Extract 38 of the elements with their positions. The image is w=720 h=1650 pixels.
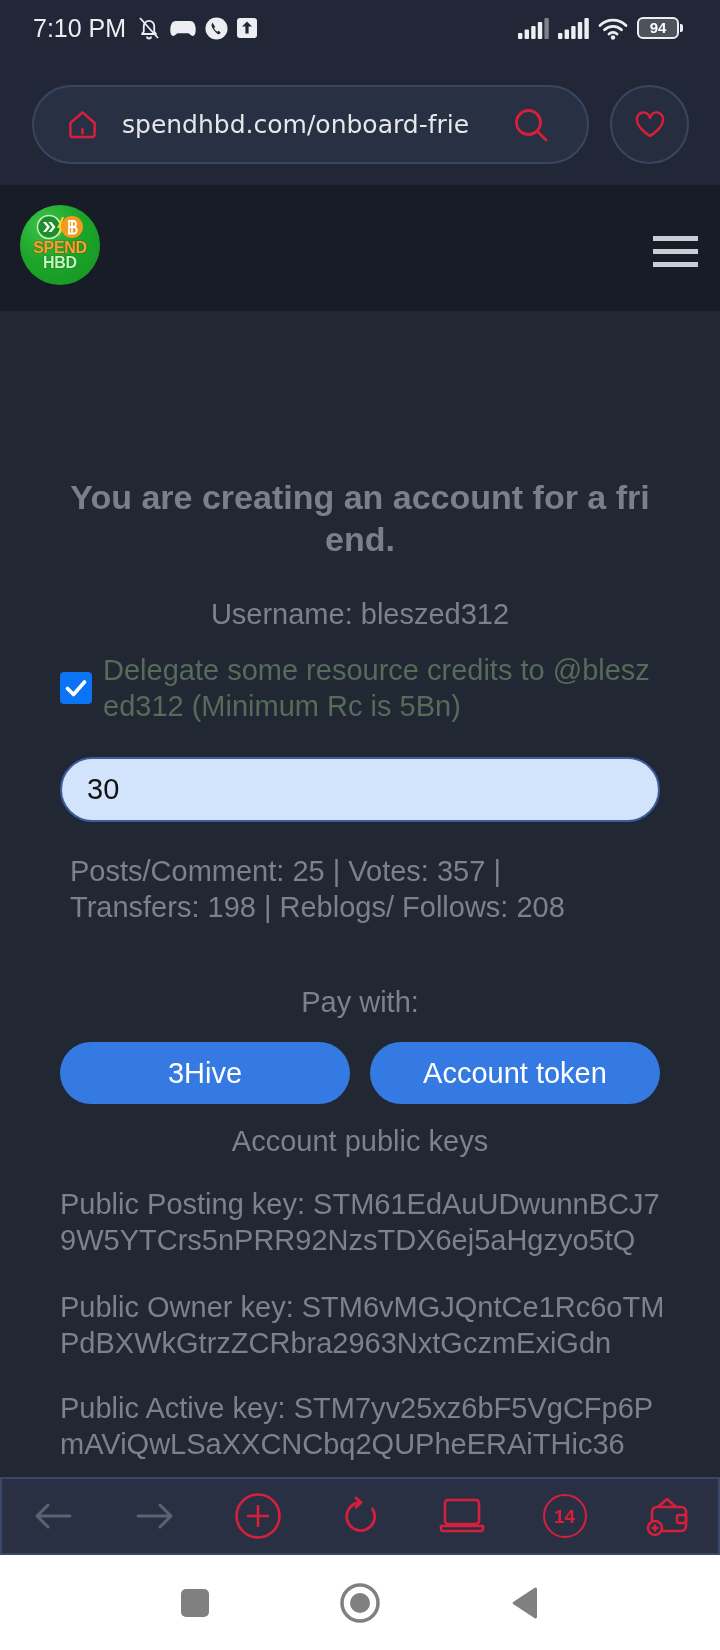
page-title: You are creating an account for a friend. — [69, 477, 651, 560]
menu-icon[interactable] — [653, 235, 698, 267]
logo[interactable]: SPEND HBD — [20, 205, 100, 285]
username-text: Username: bleszed312 — [210, 597, 510, 632]
home-icon[interactable] — [67, 109, 98, 140]
logo-text: HBD — [43, 255, 77, 270]
public-key-text: Public Active key: STM7yv25xz6bF5VgCFp6PmAViQwLSaXXCNCbq2QUPheERAiTHic36 — [60, 1391, 655, 1462]
search-icon[interactable] — [514, 107, 548, 142]
home-circle-icon[interactable] — [340, 1582, 380, 1623]
address-bar[interactable]: spendhbd.com/onboard-frie — [32, 85, 589, 164]
wallet-icon[interactable] — [645, 1495, 688, 1537]
back-triangle-icon[interactable] — [511, 1586, 539, 1619]
coins-icon — [36, 214, 84, 240]
delegate-label: Delegate some resource credits to @bleszed312 (Minimum Rc is 5Bn) — [103, 653, 651, 724]
payment-button[interactable]: 3Hive — [60, 1042, 350, 1104]
signal-icon — [558, 17, 589, 39]
upload-icon — [237, 18, 258, 38]
gamepad-icon — [170, 18, 197, 38]
public-key-text: Public Owner key: STM6vMGJQntCe1Rc6oTMPdBXWkGtrzZCRbra2963NxtGczmExiGdn — [60, 1290, 666, 1361]
rc-amount-input[interactable]: 30 — [60, 757, 660, 822]
stats-text: Posts/Comment: 25 | Votes: 357 | Transfers: 198 | Reblogs/ Follows: 208 — [69, 854, 566, 925]
pay-with-label: Pay with: — [301, 985, 419, 1020]
public-key-text: Public Posting key: STM61EdAuUDwunnBCJ79W5YTCrs5nPRR92NzsTDX6ej5aHgzyo5tQ — [60, 1187, 661, 1258]
signal-icon — [518, 17, 549, 39]
status-time: 7:10 PM — [33, 15, 127, 41]
laptop-icon[interactable] — [439, 1498, 486, 1534]
recents-icon[interactable] — [181, 1588, 209, 1617]
heart-icon — [634, 111, 665, 138]
wifi-icon — [598, 16, 628, 40]
logo-text: SPEND — [33, 240, 87, 255]
checkmark-icon — [65, 679, 87, 697]
muted-bell-icon — [137, 15, 162, 41]
delegate-checkbox[interactable] — [60, 672, 92, 704]
phone-icon — [205, 16, 229, 40]
tab-count-button[interactable]: 14 — [542, 1494, 587, 1538]
keys-heading: Account public keys — [231, 1124, 489, 1159]
add-icon[interactable] — [234, 1493, 281, 1539]
payment-button[interactable]: Account token — [370, 1042, 660, 1104]
